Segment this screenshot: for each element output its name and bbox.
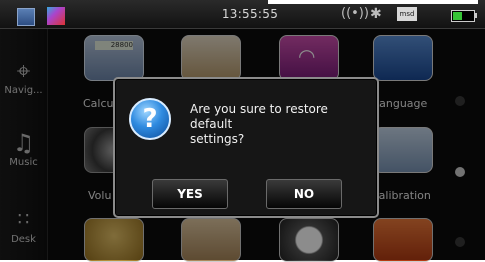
- yes-button[interactable]: YES: [152, 179, 228, 209]
- device-screen: 13:55:55 ((•)) ✱ msd ⌖ Navig... ♫ Music …: [0, 0, 485, 262]
- battery-terminal: [474, 13, 477, 18]
- dialog-message-line: settings?: [190, 132, 245, 146]
- home-screen-icon[interactable]: [17, 8, 35, 26]
- theme-icon[interactable]: [47, 7, 65, 25]
- no-button[interactable]: NO: [266, 179, 342, 209]
- battery-level: [453, 12, 462, 20]
- question-icon: ?: [129, 98, 171, 140]
- dialog-message-line: Are you sure to restore default: [190, 102, 328, 131]
- dialog-message: Are you sure to restore default settings…: [190, 102, 370, 147]
- restore-defaults-dialog: ? Are you sure to restore default settin…: [113, 77, 379, 218]
- status-bar: 13:55:55 ((•)) ✱ msd: [0, 0, 485, 29]
- bluetooth-icon: ✱: [370, 6, 382, 22]
- signal-icon: ((•)): [341, 6, 369, 21]
- sd-card-icon: msd: [397, 7, 417, 21]
- screen-edge: [268, 0, 478, 4]
- battery-icon: [451, 10, 475, 22]
- clock: 13:55:55: [221, 7, 279, 21]
